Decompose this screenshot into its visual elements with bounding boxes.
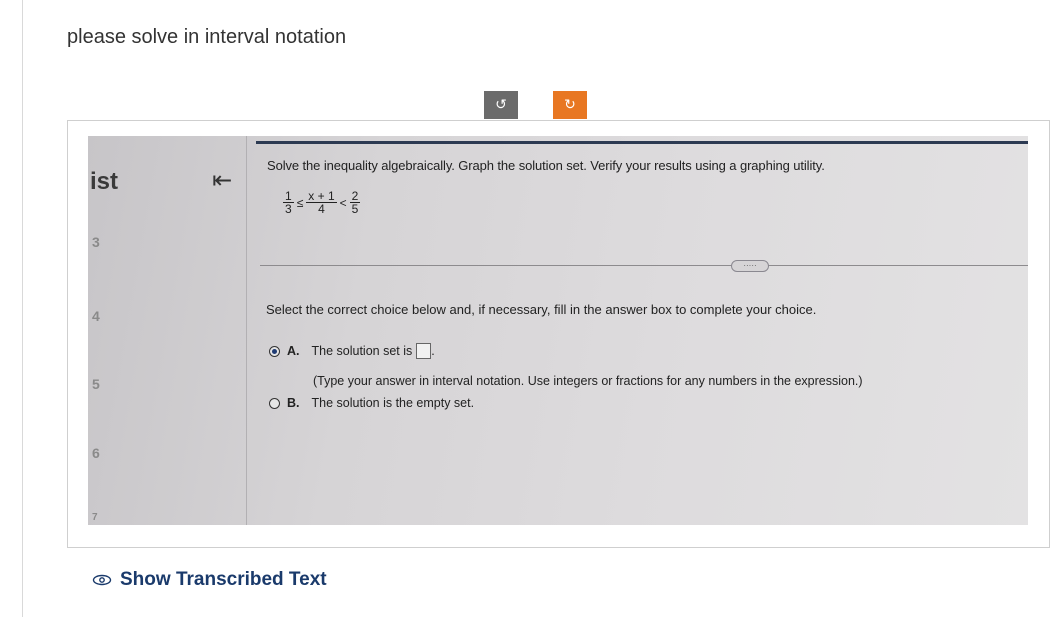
- option-letter: B.: [287, 396, 300, 410]
- question-text: please solve in interval notation: [67, 26, 347, 48]
- sidebar-number: 4: [92, 308, 100, 324]
- rotate-right-button[interactable]: ↻: [553, 91, 587, 119]
- image-sidebar-divider: [246, 136, 247, 525]
- rotate-right-icon: ↻: [564, 97, 576, 113]
- sidebar-number: 6: [92, 445, 100, 461]
- collapse-left-icon[interactable]: ⇤: [212, 166, 232, 194]
- show-transcribed-link[interactable]: Show Transcribed Text: [92, 569, 327, 591]
- select-instruction: Select the correct choice below and, if …: [266, 302, 817, 317]
- rotate-left-icon: ↺: [495, 97, 507, 113]
- sidebar-number: 3: [92, 234, 100, 250]
- radio-unselected-icon[interactable]: [269, 397, 280, 409]
- more-button[interactable]: ·····: [731, 260, 769, 272]
- denominator: 3: [285, 202, 292, 216]
- sidebar-number: 7: [92, 512, 98, 523]
- inequality: 1 3 ≤ x + 1 4 < 2 5: [283, 190, 361, 216]
- question-image: ist 3 4 5 6 7 ⇤ Solve the inequality alg…: [88, 136, 1028, 525]
- left-divider: [22, 0, 23, 617]
- option-b[interactable]: B. The solution is the empty set.: [269, 396, 474, 410]
- option-letter: A.: [287, 344, 300, 358]
- option-suffix: .: [431, 344, 435, 358]
- operator: ≤: [296, 195, 304, 210]
- answer-hint: (Type your answer in interval notation. …: [313, 374, 863, 388]
- sidebar-number: 5: [92, 376, 100, 392]
- instruction-text: Solve the inequality algebraically. Grap…: [267, 158, 825, 173]
- sidebar-title: ist: [90, 168, 119, 195]
- denominator: 5: [351, 202, 359, 216]
- rotate-left-button[interactable]: ↺: [484, 91, 518, 119]
- option-text: The solution is the empty set.: [311, 396, 475, 410]
- denominator: 4: [318, 202, 325, 216]
- option-text: The solution set is: [311, 344, 413, 358]
- section-divider: [260, 265, 1028, 266]
- operator: <: [339, 195, 347, 210]
- fraction-right: 2 5: [349, 190, 361, 216]
- show-transcribed-label: Show Transcribed Text: [120, 569, 327, 590]
- eye-icon: [92, 574, 112, 586]
- answer-input[interactable]: [416, 343, 432, 359]
- radio-selected-icon[interactable]: [269, 345, 280, 357]
- option-a[interactable]: A. The solution set is .: [269, 343, 435, 359]
- image-top-bar: [256, 141, 1028, 144]
- fraction-left: 1 3: [283, 190, 294, 215]
- fraction-middle: x + 1 4: [306, 190, 337, 216]
